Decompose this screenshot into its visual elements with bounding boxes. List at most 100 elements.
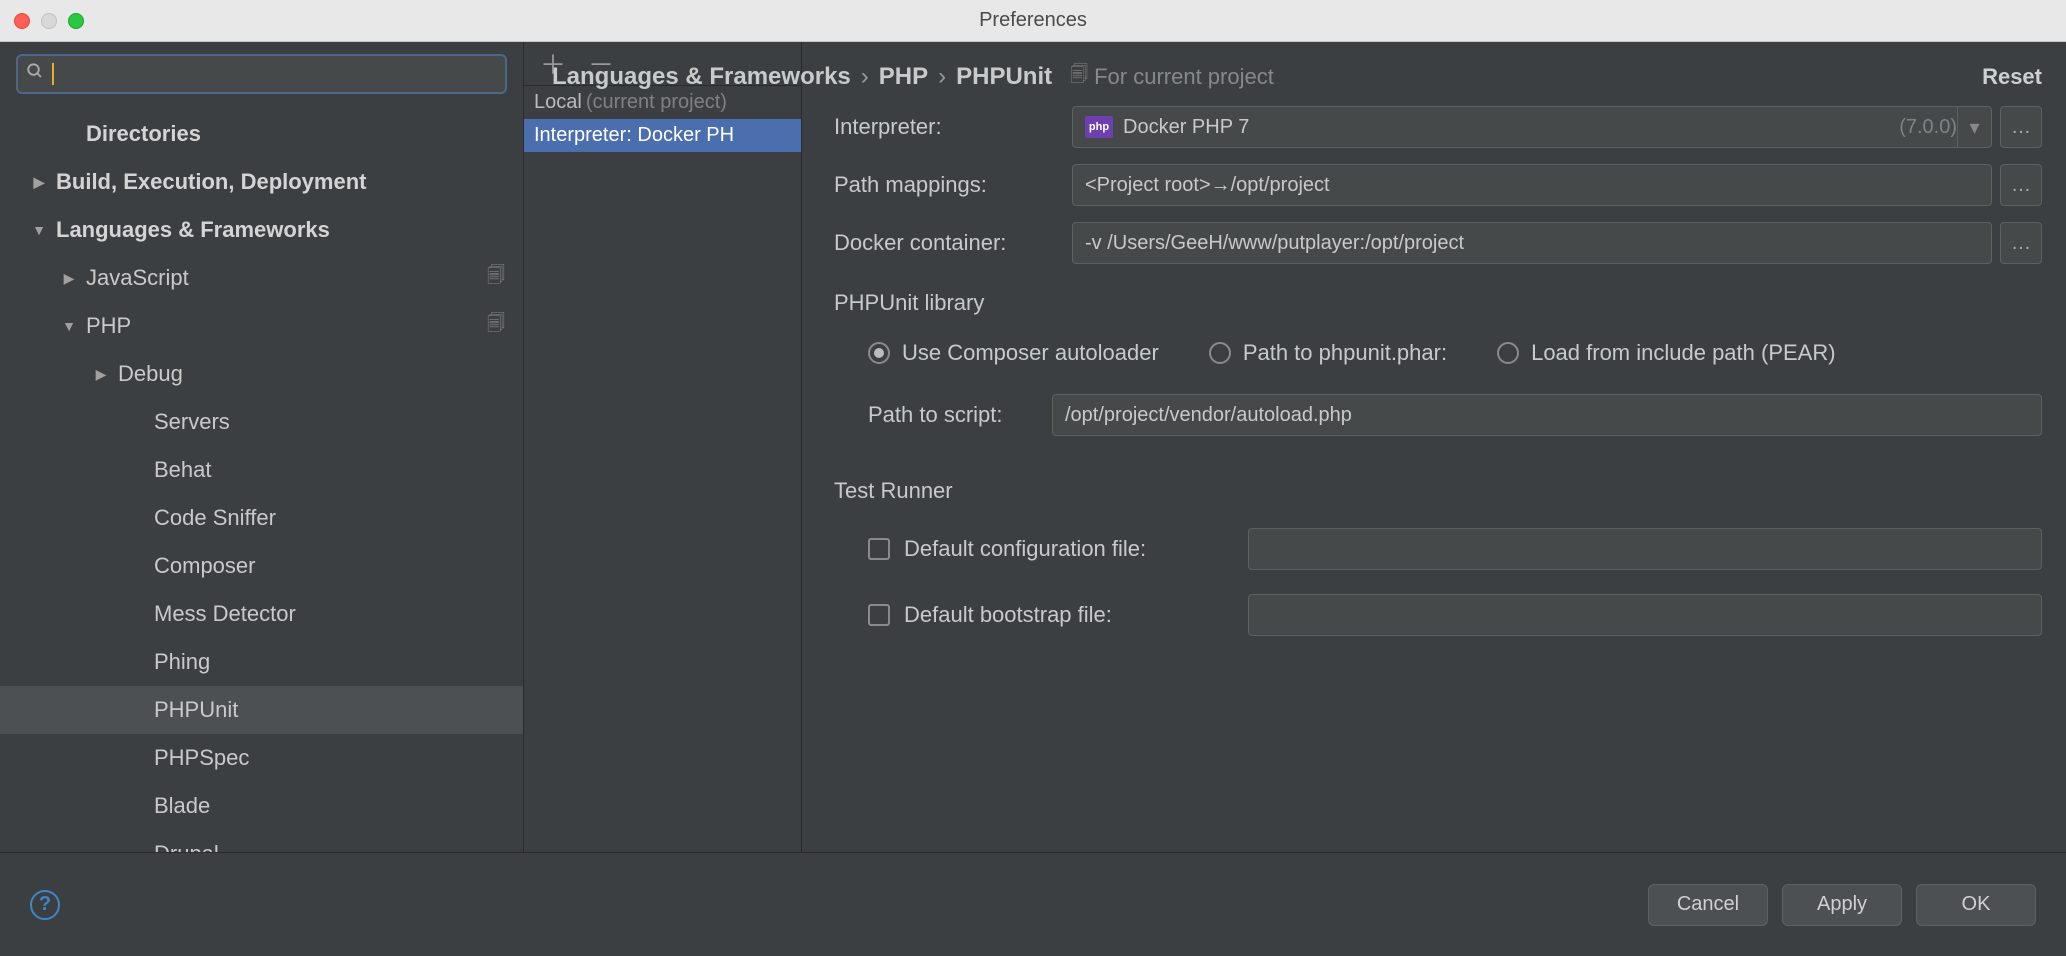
tree-item-label: Servers [154,409,523,435]
settings-sidebar: Directories ▶ Build, Execution, Deployment… [0,42,524,852]
project-scope-icon: 🗐 [1070,62,1088,92]
settings-search[interactable] [16,54,507,94]
settings-tree[interactable]: Directories ▶ Build, Execution, Deployment… [0,106,523,852]
tree-item-label: PHPUnit [154,697,523,723]
interpreter-list-item[interactable]: Interpreter: Docker PH [524,119,801,152]
tree-item-phing[interactable]: Phing [0,638,523,686]
tree-item-code-sniffer[interactable]: Code Sniffer [0,494,523,542]
tree-item-servers[interactable]: Servers [0,398,523,446]
container-value: -v /Users/GeeH/www/putplayer:/opt/projec… [1085,232,1464,255]
dialog-footer: ? Cancel Apply OK [0,852,2066,956]
tree-item-label: Drupal [154,841,523,852]
chevron-right-icon: ▶ [58,270,80,287]
tree-item-label: Behat [154,457,523,483]
radio-label: Path to phpunit.phar: [1243,340,1447,366]
config-file-field[interactable] [1248,528,2042,570]
breadcrumb-part-1: PHP [879,63,928,91]
apply-button[interactable]: Apply [1782,884,1902,926]
tree-item-blade[interactable]: Blade [0,782,523,830]
tree-item-phpspec[interactable]: PHPSpec [0,734,523,782]
titlebar: Preferences [0,0,2066,42]
scope-text: For current project [1094,64,1274,90]
tree-item-behat[interactable]: Behat [0,446,523,494]
interpreter-list[interactable]: Local (current project)Interpreter: Dock… [524,86,801,852]
include-path-radio[interactable]: Load from include path (PEAR) [1497,340,1836,366]
tree-item-label: JavaScript [86,265,487,291]
php-remote-icon: php [1085,116,1113,138]
tree-item-label: Build, Execution, Deployment [56,169,523,195]
path-to-script-field[interactable]: /opt/project/vendor/autoload.php [1052,394,2042,436]
list-item-label: Interpreter: Docker PH [534,124,734,147]
interpreter-dropdown[interactable]: php Docker PHP 7 (7.0.0) ▾ [1072,106,1992,148]
tree-item-drupal[interactable]: Drupal [0,830,523,852]
chevron-right-icon: ▶ [28,174,50,191]
interpreter-browse-button[interactable]: … [2000,106,2042,148]
tree-item-label: Debug [118,361,523,387]
tree-item-languages-frameworks[interactable]: ▼Languages & Frameworks [0,206,523,254]
container-browse-button[interactable]: … [2000,222,2042,264]
reset-link[interactable]: Reset [1982,64,2042,90]
breadcrumb-part-0: Languages & Frameworks [552,63,851,91]
tree-item-label: Directories [86,121,523,147]
tree-item-label: Composer [154,553,523,579]
chevron-down-icon: ▼ [58,318,80,334]
path-to-script-label: Path to script: [868,402,1038,428]
radio-icon [1497,342,1519,364]
settings-form: Interpreter: php Docker PHP 7 (7.0.0) ▾ … [802,42,2066,852]
interpreter-value: Docker PHP 7 [1123,116,1893,139]
library-type-radios: Use Composer autoloader Path to phpunit.… [834,340,2042,366]
breadcrumb-sep: › [938,63,946,91]
config-file-label: Default configuration file: [904,536,1234,562]
bootstrap-checkbox[interactable] [868,604,890,626]
bootstrap-field[interactable] [1248,594,2042,636]
cancel-button[interactable]: Cancel [1648,884,1768,926]
tree-item-directories[interactable]: Directories [0,110,523,158]
breadcrumb: Languages & Frameworks › PHP › PHPUnit 🗐… [552,62,1274,92]
window-title: Preferences [0,9,2066,32]
radio-icon [1209,342,1231,364]
phpunit-library-section: PHPUnit library [834,290,2042,316]
mappings-field[interactable]: <Project root>→/opt/project [1072,164,1992,206]
radio-label: Load from include path (PEAR) [1531,340,1836,366]
breadcrumb-row: Languages & Frameworks › PHP › PHPUnit 🗐… [552,62,2042,92]
chevron-down-icon: ▾ [1957,107,1991,147]
phpunit-phar-radio[interactable]: Path to phpunit.phar: [1209,340,1447,366]
interpreter-list-pane: ＋ － Local (current project)Interpreter: … [524,42,802,852]
config-file-checkbox[interactable] [868,538,890,560]
tree-item-label: Mess Detector [154,601,523,627]
interpreter-version: (7.0.0) [1899,116,1957,139]
mappings-value: <Project root>→/opt/project [1085,174,1330,197]
chevron-down-icon: ▼ [28,222,50,238]
search-icon [26,62,44,86]
tree-item-label: Blade [154,793,523,819]
scope-note: 🗐 For current project [1070,62,1274,92]
tree-item-label: Code Sniffer [154,505,523,531]
mappings-label: Path mappings: [834,172,1056,198]
ok-button[interactable]: OK [1916,884,2036,926]
breadcrumb-part-2: PHPUnit [956,63,1052,91]
tree-item-phpunit[interactable]: PHPUnit [0,686,523,734]
interpreter-label: Interpreter: [834,114,1056,140]
tree-item-label: PHP [86,313,487,339]
bootstrap-label: Default bootstrap file: [904,602,1234,628]
radio-icon [868,342,890,364]
tree-item-javascript[interactable]: ▶ JavaScript🗐 [0,254,523,302]
help-button[interactable]: ? [30,890,60,920]
mappings-browse-button[interactable]: … [2000,164,2042,206]
container-label: Docker container: [834,230,1056,256]
tree-item-mess-detector[interactable]: Mess Detector [0,590,523,638]
tree-item-debug[interactable]: ▶ Debug [0,350,523,398]
breadcrumb-sep: › [861,63,869,91]
test-runner-section: Test Runner [834,478,2042,504]
tree-item-label: Phing [154,649,523,675]
chevron-right-icon: ▶ [90,366,112,383]
tree-item-php[interactable]: ▼PHP🗐 [0,302,523,350]
composer-autoloader-radio[interactable]: Use Composer autoloader [868,340,1159,366]
container-field[interactable]: -v /Users/GeeH/www/putplayer:/opt/projec… [1072,222,1992,264]
radio-label: Use Composer autoloader [902,340,1159,366]
tree-item-composer[interactable]: Composer [0,542,523,590]
search-input[interactable] [54,64,497,85]
tree-item-build-execution-deployment[interactable]: ▶ Build, Execution, Deployment [0,158,523,206]
path-to-script-value: /opt/project/vendor/autoload.php [1065,404,1352,427]
project-scope-icon: 🗐 [487,263,505,293]
